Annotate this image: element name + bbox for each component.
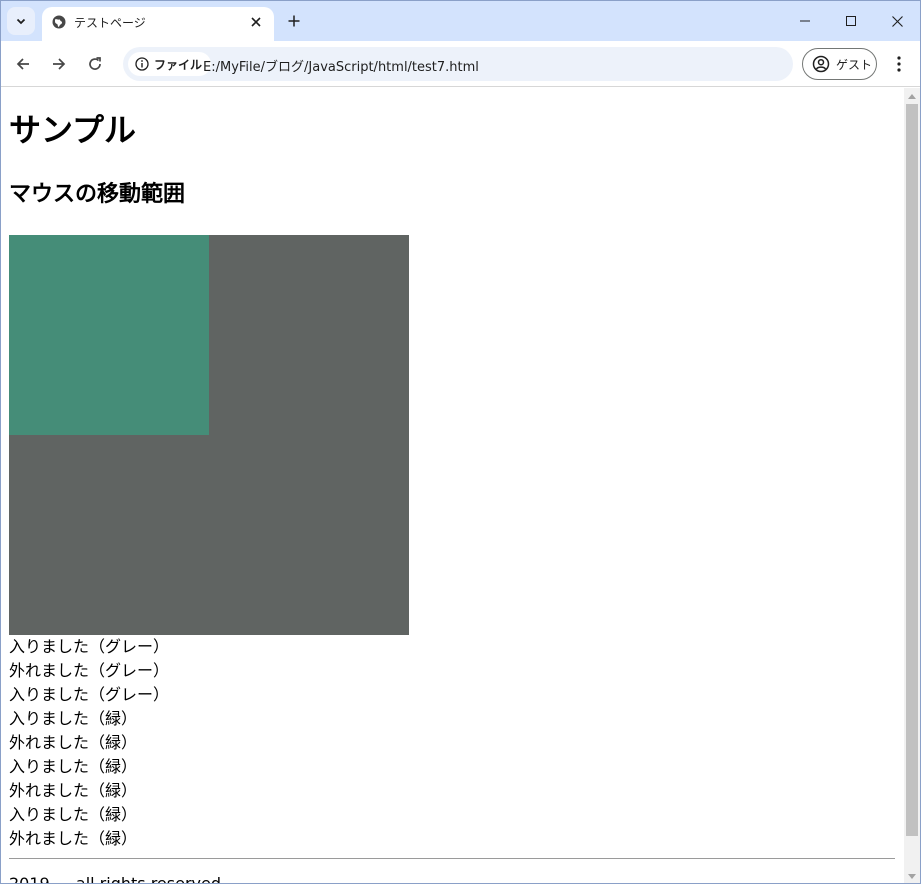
globe-icon: [52, 15, 66, 29]
plus-icon: [288, 15, 300, 27]
log-line: 外れました（緑）: [9, 829, 138, 848]
reload-button[interactable]: [81, 50, 109, 78]
info-icon: [135, 57, 149, 71]
event-log: 入りました（グレー） 外れました（グレー） 入りました（グレー） 入りました（緑…: [9, 635, 169, 851]
scrollbar-thumb[interactable]: [906, 104, 918, 836]
site-info-chip[interactable]: ファイル: [128, 52, 212, 76]
tab-title: テストページ: [74, 16, 146, 30]
log-line: 入りました（グレー）: [9, 685, 170, 704]
section-title: マウスの移動範囲: [9, 182, 186, 207]
new-tab-button[interactable]: [283, 10, 305, 32]
minimize-button[interactable]: [782, 1, 828, 41]
browser-menu-button[interactable]: [887, 50, 911, 78]
arrow-right-icon: [53, 58, 66, 70]
caret-down-icon: [908, 874, 916, 879]
maximize-icon: [846, 16, 856, 26]
tab-close-button[interactable]: [246, 12, 266, 32]
more-vertical-icon: [897, 56, 901, 72]
close-icon: [891, 15, 903, 27]
tab-active[interactable]: テストページ: [42, 7, 274, 41]
url-text[interactable]: E:/MyFile/ブログ/JavaScript/html/test7.html: [203, 56, 479, 75]
close-icon: [251, 17, 261, 27]
page-viewport: サンプル マウスの移動範囲 入りました（グレー） 外れました（グレー） 入りまし…: [1, 88, 904, 884]
chevron-down-icon: [16, 18, 26, 25]
tab-search-button[interactable]: [7, 7, 35, 35]
vertical-scrollbar[interactable]: [904, 88, 920, 883]
profile-button[interactable]: ゲスト: [802, 48, 877, 80]
reload-icon: [89, 57, 101, 70]
site-info-label: ファイル: [154, 57, 203, 72]
log-line: 外れました（グレー）: [9, 661, 170, 680]
close-window-button[interactable]: [874, 1, 920, 41]
page-title: サンプル: [9, 111, 137, 149]
scroll-up-button[interactable]: [904, 88, 920, 104]
address-bar[interactable]: ファイル E:/MyFile/ブログ/JavaScript/html/test7…: [123, 47, 793, 81]
arrow-left-icon: [16, 58, 29, 70]
account-icon: [812, 55, 830, 73]
horizontal-rule: [9, 858, 895, 859]
browser-window: テストページ ファイル E:/MyFile/ブログ/JavaScript/htm…: [0, 0, 921, 884]
profile-label: ゲスト: [836, 57, 873, 72]
minimize-icon: [800, 20, 810, 22]
scroll-down-button[interactable]: [904, 869, 920, 883]
forward-button[interactable]: [45, 50, 73, 78]
log-line: 外れました（緑）: [9, 781, 138, 800]
browser-toolbar: ファイル E:/MyFile/ブログ/JavaScript/html/test7…: [1, 41, 920, 87]
tab-strip: テストページ: [1, 1, 920, 41]
gray-hover-area[interactable]: [9, 235, 409, 635]
log-line: 入りました（グレー）: [9, 637, 170, 656]
back-button[interactable]: [9, 50, 37, 78]
log-line: 入りました（緑）: [9, 757, 138, 776]
green-hover-area[interactable]: [9, 235, 209, 435]
caret-up-icon: [908, 94, 916, 99]
log-line: 入りました（緑）: [9, 709, 138, 728]
maximize-button[interactable]: [828, 1, 874, 41]
log-line: 入りました（緑）: [9, 805, 138, 824]
footer-text: 2019 — all rights reserved: [9, 874, 221, 884]
log-line: 外れました（緑）: [9, 733, 138, 752]
